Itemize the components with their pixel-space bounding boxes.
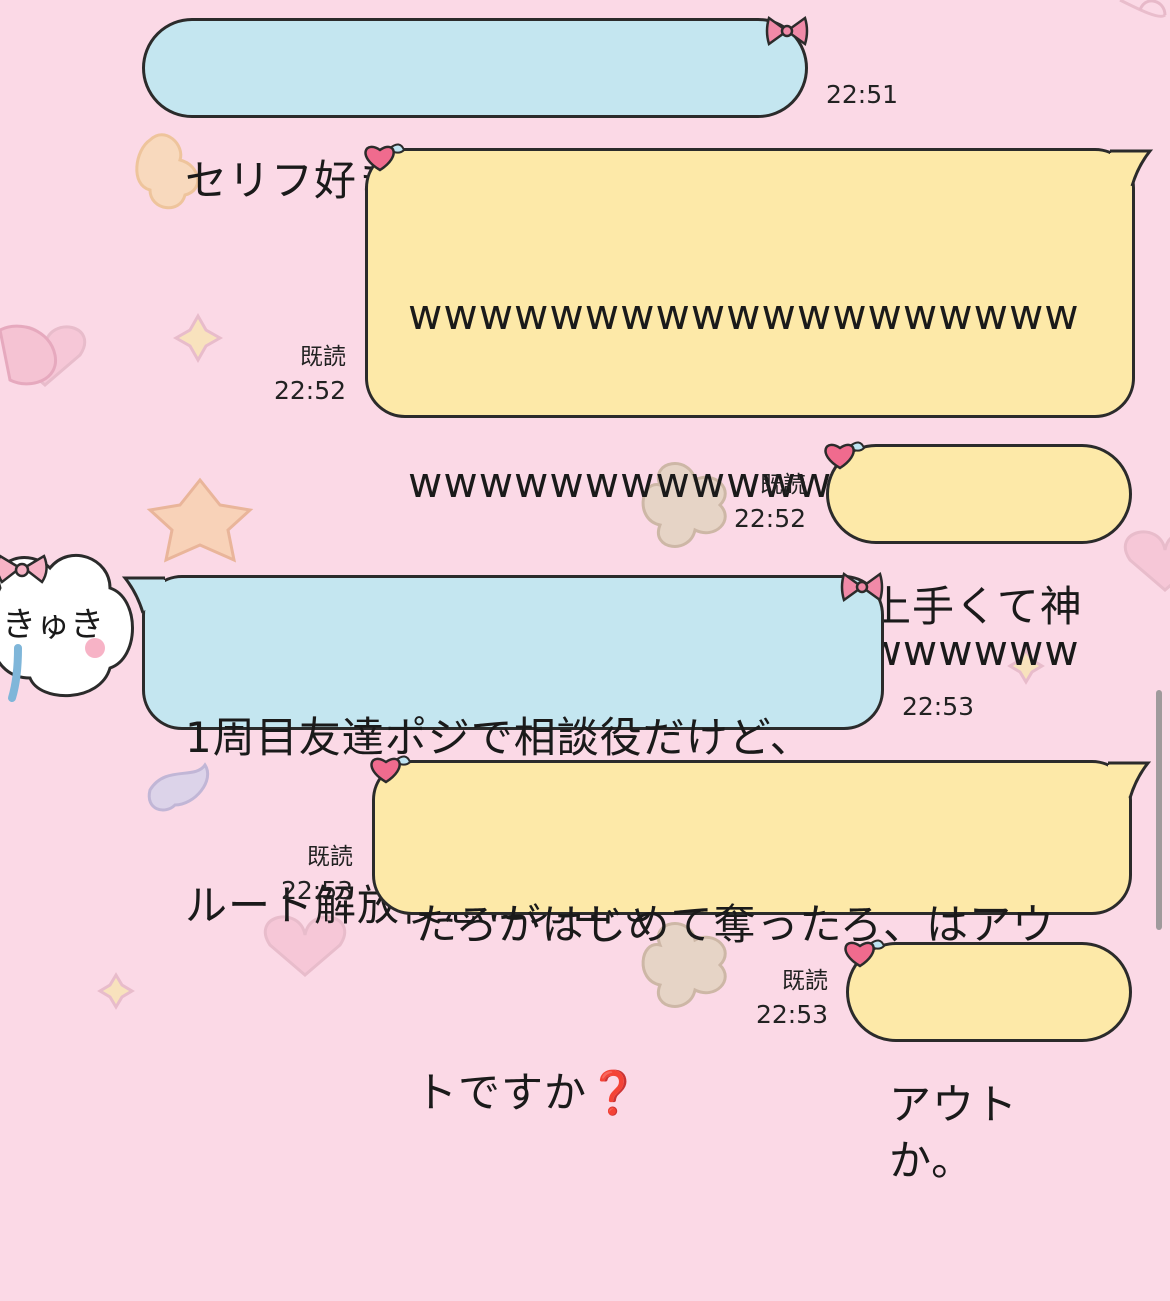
message-text: 上手くて神 [869,582,1083,631]
heart-wing-icon [364,143,406,172]
avatar-label: きゅき [2,605,104,645]
message-meta: 既読 22:52 [720,468,806,536]
message-text: アウトか。 [889,1080,1019,1185]
message-meta: 既読 22:52 [262,340,346,408]
heart-wing-icon [824,441,866,470]
message-bubble-incoming[interactable]: 1周目友達ポジで相談役だけど、 ルート解放後急に男出る [142,575,884,930]
read-receipt: 既読 [307,844,353,870]
ribbon-icon [765,15,809,47]
message-text-line: 1周目友達ポジで相談役だけど、 [185,713,813,762]
message-text-line: wwwwwwwwwwwwwwwwwww [408,290,1080,339]
read-receipt: 既読 [300,344,346,370]
message-time: 22:52 [273,376,346,405]
ribbon-icon [840,571,884,603]
message-bubble-incoming[interactable]: セリフ好きなの変えられます [142,18,808,205]
bubble-tail [1110,149,1154,187]
bubble-tail [1108,761,1152,799]
message-bubble-outgoing[interactable]: wwwwwwwwwwwwwwwwwww wwwwwwwwwwwwwwwwwww … [365,148,1135,843]
message-meta: 既読 22:53 [265,840,353,908]
message-time: 22:53 [902,692,975,721]
heart-wing-icon [844,939,886,968]
chat-view: セリフ好きなの変えられます 22:51 wwwwwwwwwwwwwwwwwww … [0,0,1170,1185]
scrollbar[interactable] [1156,690,1162,930]
message-bubble-outgoing[interactable]: たろがはじめて奪ったろ、はアウ トですか❓ [372,760,1132,1117]
avatar[interactable]: きゅき [0,528,150,718]
message-bubble-outgoing[interactable]: 上手くて神 [826,444,1132,631]
message-time: 22:53 [755,1000,828,1029]
message-bubble-outgoing[interactable]: アウトか。 [846,942,1132,1185]
message-time: 22:51 [826,80,899,109]
read-receipt: 既読 [782,968,828,994]
heart-wing-icon [370,755,412,784]
message-time: 22:53 [280,876,353,905]
message-meta: 既読 22:53 [740,964,828,1032]
message-time: 22:52 [733,504,806,533]
bubble-tail [121,576,165,614]
read-receipt: 既読 [760,472,806,498]
